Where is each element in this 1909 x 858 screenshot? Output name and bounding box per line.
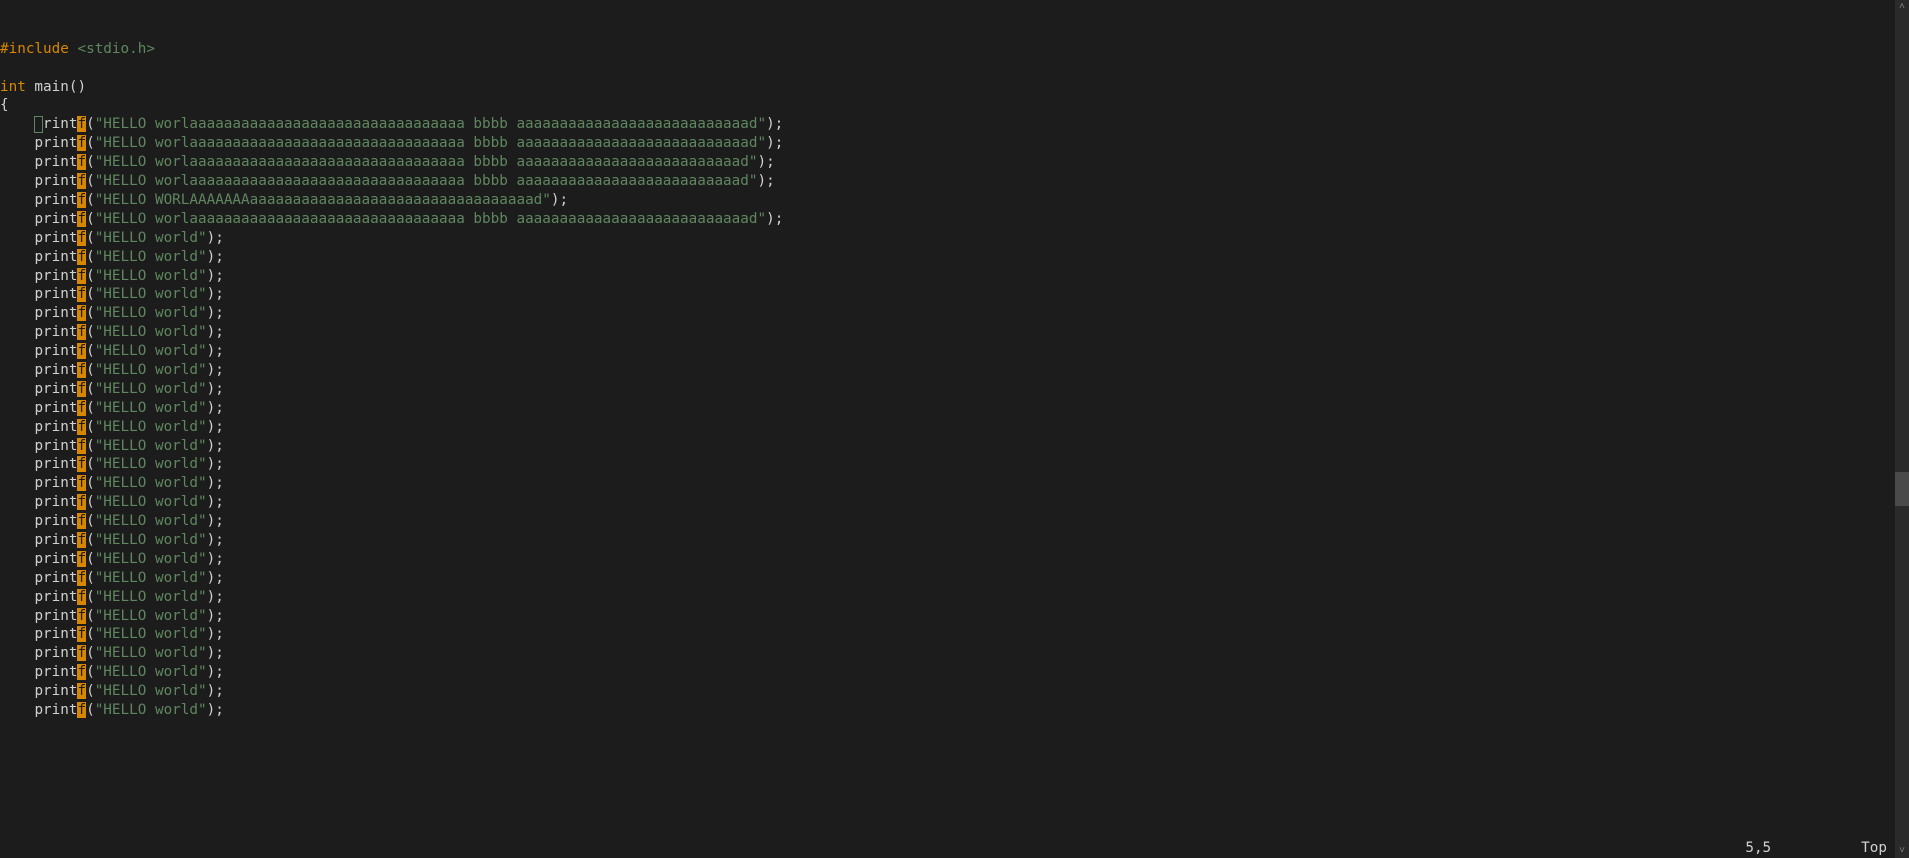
code-line: printf("HELLO world"); <box>0 512 1895 531</box>
code-line: printf("HELLO world"); <box>0 550 1895 569</box>
code-line: printf("HELLO world"); <box>0 361 1895 380</box>
code-line: printf("HELLO world"); <box>0 323 1895 342</box>
scroll-up-icon[interactable]: ˄ <box>1895 0 1909 14</box>
cursor-indicator <box>34 116 43 133</box>
scroll-down-icon[interactable]: ˅ <box>1895 844 1909 858</box>
code-line: printf("HELLO worlaaaaaaaaaaaaaaaaaaaaaa… <box>0 172 1895 191</box>
scrollbar-thumb[interactable] <box>1895 472 1909 506</box>
code-line: printf("HELLO worlaaaaaaaaaaaaaaaaaaaaaa… <box>0 134 1895 153</box>
code-line: printf("HELLO world"); <box>0 248 1895 267</box>
code-line: printf("HELLO world"); <box>0 569 1895 588</box>
code-editor[interactable]: #include <stdio.h> int main(){ rintf("HE… <box>0 0 1895 858</box>
code-line: printf("HELLO world"); <box>0 682 1895 701</box>
code-line: printf("HELLO world"); <box>0 531 1895 550</box>
status-bar: 5,5 Top <box>0 839 1895 858</box>
cursor-position: 5,5 <box>1745 839 1771 858</box>
code-line: printf("HELLO world"); <box>0 342 1895 361</box>
code-line: printf("HELLO world"); <box>0 644 1895 663</box>
code-line: { <box>0 96 1895 115</box>
code-line <box>0 59 1895 78</box>
scroll-location: Top <box>1861 839 1887 858</box>
code-line: printf("HELLO world"); <box>0 285 1895 304</box>
scrollbar-vertical[interactable]: ˄ ˅ <box>1895 0 1909 858</box>
code-line: printf("HELLO world"); <box>0 607 1895 626</box>
code-line: printf("HELLO world"); <box>0 437 1895 456</box>
code-line: printf("HELLO world"); <box>0 588 1895 607</box>
code-line: rintf("HELLO worlaaaaaaaaaaaaaaaaaaaaaaa… <box>0 115 1895 134</box>
code-line: printf("HELLO world"); <box>0 701 1895 720</box>
code-line: printf("HELLO world"); <box>0 625 1895 644</box>
code-line: printf("HELLO world"); <box>0 455 1895 474</box>
code-line: printf("HELLO world"); <box>0 399 1895 418</box>
code-line: printf("HELLO world"); <box>0 229 1895 248</box>
code-line: printf("HELLO world"); <box>0 267 1895 286</box>
code-line: int main() <box>0 78 1895 97</box>
code-line: printf("HELLO WORLAAAAAAAaaaaaaaaaaaaaaa… <box>0 191 1895 210</box>
code-line: printf("HELLO worlaaaaaaaaaaaaaaaaaaaaaa… <box>0 153 1895 172</box>
code-line: printf("HELLO worlaaaaaaaaaaaaaaaaaaaaaa… <box>0 210 1895 229</box>
code-line: printf("HELLO world"); <box>0 493 1895 512</box>
code-line: printf("HELLO world"); <box>0 418 1895 437</box>
code-line: printf("HELLO world"); <box>0 663 1895 682</box>
code-line: printf("HELLO world"); <box>0 304 1895 323</box>
code-line: #include <stdio.h> <box>0 40 1895 59</box>
code-line: printf("HELLO world"); <box>0 380 1895 399</box>
code-line: printf("HELLO world"); <box>0 474 1895 493</box>
